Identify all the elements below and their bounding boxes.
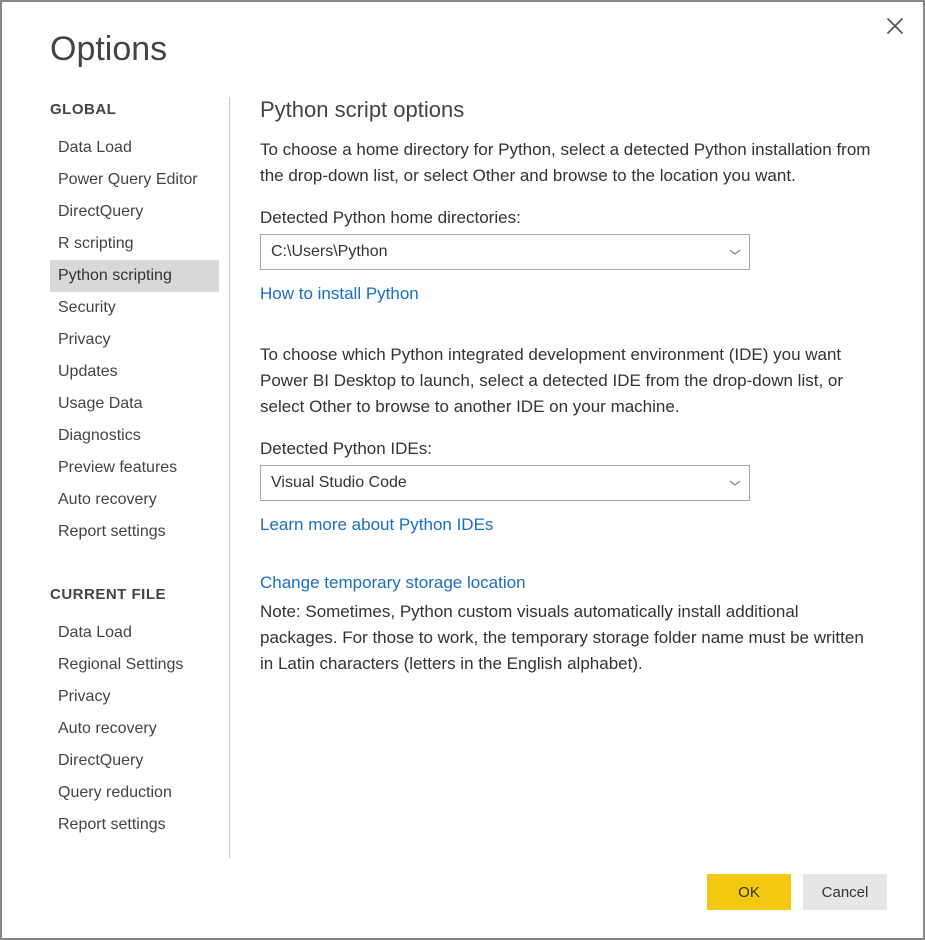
- dialog-buttons: OK Cancel: [50, 874, 887, 910]
- sidebar-heading-global: GLOBAL: [50, 101, 219, 118]
- ide-value: Visual Studio Code: [271, 474, 407, 492]
- sidebar-item-python-scripting[interactable]: Python scripting: [50, 260, 219, 292]
- sidebar-item-data-load[interactable]: Data Load: [50, 132, 219, 164]
- sidebar-heading-current-file: CURRENT FILE: [50, 586, 219, 603]
- ide-label: Detected Python IDEs:: [260, 439, 877, 459]
- chevron-down-icon: [729, 246, 741, 258]
- home-dir-value: C:\Users\Python: [271, 243, 387, 261]
- chevron-down-icon: [729, 477, 741, 489]
- sidebar-item-power-query-editor[interactable]: Power Query Editor: [50, 164, 219, 196]
- ide-select[interactable]: Visual Studio Code: [260, 465, 750, 501]
- sidebar-item-query-reduction[interactable]: Query reduction: [50, 777, 219, 809]
- dialog-body: GLOBAL Data LoadPower Query EditorDirect…: [50, 97, 887, 858]
- sidebar-item-data-load[interactable]: Data Load: [50, 617, 219, 649]
- sidebar-item-privacy[interactable]: Privacy: [50, 681, 219, 713]
- home-dir-label: Detected Python home directories:: [260, 208, 877, 228]
- sidebar-item-preview-features[interactable]: Preview features: [50, 452, 219, 484]
- home-intro-text: To choose a home directory for Python, s…: [260, 137, 877, 190]
- change-storage-link[interactable]: Change temporary storage location: [260, 573, 526, 592]
- install-python-link[interactable]: How to install Python: [260, 284, 419, 303]
- sidebar-item-directquery[interactable]: DirectQuery: [50, 745, 219, 777]
- sidebar-item-usage-data[interactable]: Usage Data: [50, 388, 219, 420]
- ide-intro-text: To choose which Python integrated develo…: [260, 342, 877, 421]
- sidebar-item-privacy[interactable]: Privacy: [50, 324, 219, 356]
- sidebar: GLOBAL Data LoadPower Query EditorDirect…: [50, 97, 230, 858]
- sidebar-item-regional-settings[interactable]: Regional Settings: [50, 649, 219, 681]
- cancel-button[interactable]: Cancel: [803, 874, 887, 910]
- close-icon[interactable]: [885, 16, 905, 36]
- options-dialog: Options GLOBAL Data LoadPower Query Edit…: [0, 0, 925, 940]
- section-title: Python script options: [260, 97, 877, 123]
- sidebar-item-diagnostics[interactable]: Diagnostics: [50, 420, 219, 452]
- sidebar-item-auto-recovery[interactable]: Auto recovery: [50, 713, 219, 745]
- content-panel: Python script options To choose a home d…: [230, 97, 887, 858]
- storage-note-text: Note: Sometimes, Python custom visuals a…: [260, 599, 877, 678]
- sidebar-item-r-scripting[interactable]: R scripting: [50, 228, 219, 260]
- dialog-title: Options: [50, 30, 887, 69]
- sidebar-item-report-settings[interactable]: Report settings: [50, 516, 219, 548]
- sidebar-item-auto-recovery[interactable]: Auto recovery: [50, 484, 219, 516]
- home-dir-select[interactable]: C:\Users\Python: [260, 234, 750, 270]
- learn-ides-link[interactable]: Learn more about Python IDEs: [260, 515, 493, 534]
- sidebar-item-security[interactable]: Security: [50, 292, 219, 324]
- sidebar-item-directquery[interactable]: DirectQuery: [50, 196, 219, 228]
- sidebar-item-report-settings[interactable]: Report settings: [50, 809, 219, 841]
- sidebar-item-updates[interactable]: Updates: [50, 356, 219, 388]
- ok-button[interactable]: OK: [707, 874, 791, 910]
